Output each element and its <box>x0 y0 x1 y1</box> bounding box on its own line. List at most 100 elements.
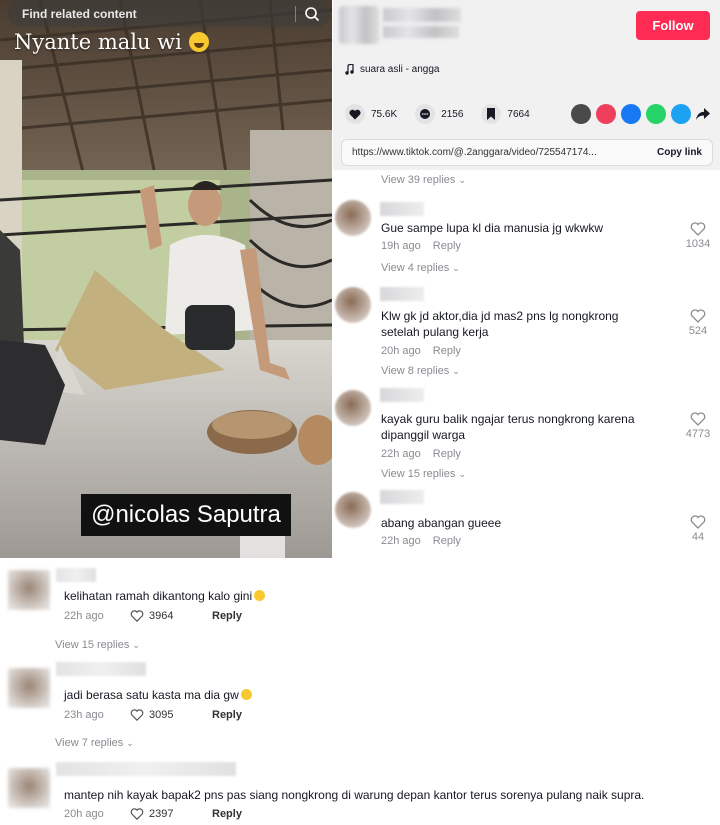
grin-emoji-icon <box>188 32 209 52</box>
heart-outline-icon <box>130 709 144 721</box>
search-icon[interactable] <box>304 6 320 22</box>
avatar[interactable] <box>335 200 371 236</box>
avatar[interactable] <box>8 668 50 708</box>
comment-text: kayak guru balik ngajar terus nongkrong … <box>381 412 635 442</box>
chevron-down-icon: ⌄ <box>126 738 134 748</box>
avatar[interactable] <box>335 287 371 323</box>
comment-meta: 22h ago Reply <box>381 535 461 547</box>
comment-time: 19h ago <box>381 240 421 252</box>
comment-time: 22h ago <box>64 610 104 622</box>
whatsapp-icon[interactable] <box>646 104 666 124</box>
comment-text-content: kelihatan ramah dikantong kalo gini <box>64 589 253 603</box>
comment-username[interactable] <box>380 490 424 504</box>
copy-link-box: https://www.tiktok.com/@.2anggara/video/… <box>341 139 713 166</box>
grin-emoji-icon <box>254 590 266 601</box>
comment-time: 22h ago <box>381 535 421 547</box>
music-title: suara asli - angga <box>360 64 440 75</box>
comment-username[interactable] <box>380 388 424 402</box>
heart-icon <box>345 104 365 124</box>
comment-time: 22h ago <box>381 448 421 460</box>
view-replies-link[interactable]: View 15 replies ⌄ <box>55 639 140 651</box>
video-tag-overlay: @nicolas Saputra <box>81 494 291 536</box>
avatar[interactable] <box>335 492 371 528</box>
chevron-down-icon: ⌄ <box>458 469 466 479</box>
comment-like-count: 2397 <box>149 808 174 820</box>
send-icon[interactable] <box>596 104 616 124</box>
heart-outline-icon <box>690 222 706 236</box>
avatar[interactable] <box>8 570 50 610</box>
chevron-down-icon: ⌄ <box>452 366 460 376</box>
comment-time: 20h ago <box>64 808 104 820</box>
avatar[interactable] <box>335 390 371 426</box>
comment-meta: 23h ago 3095 Reply <box>64 709 242 721</box>
chevron-down-icon: ⌄ <box>458 175 466 185</box>
reply-button[interactable]: Reply <box>212 709 242 721</box>
comment-text: Gue sampe lupa kl dia manusia jg wkwkw <box>381 221 604 235</box>
reply-button[interactable]: Reply <box>433 448 461 460</box>
reply-button[interactable]: Reply <box>433 240 461 252</box>
comment-text: Klw gk jd aktor,dia jd mas2 pns lg nongk… <box>381 309 619 339</box>
comment-username[interactable] <box>56 568 96 582</box>
twitter-icon[interactable] <box>671 104 691 124</box>
view-replies-label: View 8 replies <box>381 365 450 377</box>
follow-button[interactable]: Follow <box>636 11 710 40</box>
view-replies-link[interactable]: View 4 replies ⌄ <box>381 262 460 274</box>
view-replies-link[interactable]: View 7 replies ⌄ <box>55 737 134 749</box>
comment-username[interactable] <box>56 762 236 776</box>
reply-button[interactable]: Reply <box>212 808 242 820</box>
search-bar[interactable]: Find related content <box>8 0 330 27</box>
comment-stat[interactable]: 2156 <box>415 104 463 124</box>
video-caption: Nyante malu wi <box>14 30 209 54</box>
comment-like[interactable]: 1034 <box>683 222 713 250</box>
reply-button[interactable]: Reply <box>433 535 461 547</box>
grin-emoji-icon <box>240 689 252 700</box>
save-stat[interactable]: 7664 <box>481 104 530 124</box>
comment-like[interactable]: 44 <box>683 515 713 543</box>
heart-outline-icon <box>690 515 706 529</box>
comment-like[interactable]: 2397 <box>130 808 212 820</box>
reply-button[interactable]: Reply <box>433 345 461 357</box>
heart-outline-icon <box>130 808 144 820</box>
heart-outline-icon <box>690 412 706 426</box>
view-replies-link[interactable]: View 15 replies ⌄ <box>381 468 466 480</box>
save-count: 7664 <box>507 108 530 120</box>
comment-username[interactable] <box>380 202 424 216</box>
comment-text: abang abangan gueee <box>381 516 502 530</box>
music-info[interactable]: suara asli - angga <box>345 64 440 75</box>
comment-time: 23h ago <box>64 709 104 721</box>
facebook-icon[interactable] <box>621 104 641 124</box>
comment-like-count: 1034 <box>685 238 711 250</box>
avatar[interactable] <box>8 768 50 808</box>
embed-icon[interactable] <box>571 104 591 124</box>
comment-username[interactable] <box>380 287 424 301</box>
video-frame <box>0 0 332 558</box>
copy-link-button[interactable]: Copy link <box>657 147 702 158</box>
comment-like[interactable]: 4773 <box>683 412 713 440</box>
video-info-header: Follow suara asli - angga 75.6K 2156 766… <box>333 0 720 170</box>
comment-time: 20h ago <box>381 345 421 357</box>
view-replies-link[interactable]: View 8 replies ⌄ <box>381 365 460 377</box>
comment-like[interactable]: 3964 <box>130 610 212 622</box>
like-count: 75.6K <box>371 108 398 120</box>
like-stat[interactable]: 75.6K <box>345 104 397 124</box>
comment-username[interactable] <box>56 662 146 676</box>
username-blurred <box>383 8 461 22</box>
comment-like[interactable]: 524 <box>683 309 713 337</box>
reply-button[interactable]: Reply <box>212 610 242 622</box>
comment-like[interactable]: 3095 <box>130 709 212 721</box>
chevron-down-icon: ⌄ <box>452 263 460 273</box>
share-arrow-icon[interactable] <box>696 108 710 120</box>
view-replies-label: View 39 replies <box>381 174 456 186</box>
video-url[interactable]: https://www.tiktok.com/@.2anggara/video/… <box>352 147 657 158</box>
engagement-stats: 75.6K 2156 7664 <box>345 104 548 124</box>
avatar[interactable] <box>339 6 379 44</box>
comment-icon <box>415 104 436 124</box>
view-replies-label: View 4 replies <box>381 262 450 274</box>
comment-text: jadi berasa satu kasta ma dia gw <box>64 688 252 702</box>
heart-outline-icon <box>130 610 144 622</box>
video-player[interactable]: Find related content Nyante malu wi @nic… <box>0 0 332 558</box>
comment-like-count: 3964 <box>149 610 174 622</box>
view-replies-link[interactable]: View 39 replies ⌄ <box>381 174 466 186</box>
comment-meta: 19h ago Reply <box>381 240 461 252</box>
comment-meta: 22h ago 3964 Reply <box>64 610 242 622</box>
